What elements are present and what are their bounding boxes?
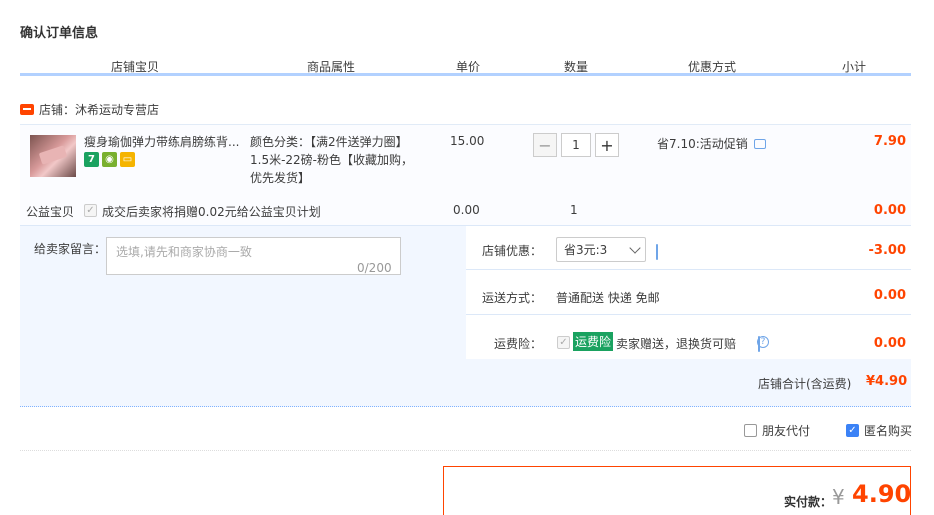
charity-checkbox: ✓ (84, 204, 97, 217)
anonymous-checkbox[interactable]: ✓ (846, 424, 859, 437)
chat-bubble-icon[interactable] (753, 138, 766, 149)
insurance-checkbox: ✓ (557, 336, 570, 349)
charity-label: 公益宝贝 (26, 205, 75, 219)
shop-name[interactable]: 店铺：沐希运动专营店 (39, 101, 159, 118)
charity-quantity: 1 (570, 203, 578, 217)
decrease-button[interactable]: − (533, 133, 557, 157)
shop-discount-label: 店铺优惠： (482, 244, 543, 258)
promotion-text: 省7.10:活动促销 (657, 137, 748, 151)
item-promotion: 省7.10:活动促销 (657, 135, 766, 152)
insurance-text: 卖家赠送，退换货可赔 (616, 337, 737, 351)
shop-discount-value: 省3元:3 (564, 243, 608, 257)
table-header: 店铺宝贝 商品属性 单价 数量 优惠方式 小计 (20, 55, 911, 76)
item-name-link[interactable]: 瘦身瑜伽弹力带练肩膀练背... (84, 133, 244, 150)
friend-pay-option[interactable]: 朋友代付 (744, 422, 810, 439)
message-char-count: 0/200 (357, 261, 392, 275)
page-title: 确认订单信息 (20, 26, 99, 41)
quantity-input[interactable]: 1 (561, 133, 591, 157)
shop-discount-select[interactable]: 省3元:3 (556, 237, 646, 262)
charity-text: 成交后卖家将捐赠0.02元给公益宝贝计划 (102, 205, 321, 219)
quantity-stepper: − 1 + (533, 133, 619, 157)
message-label: 给卖家留言： (34, 242, 107, 256)
message-placeholder: 选填,请先和商家协商一致 (116, 245, 252, 259)
shop-total-label: 店铺合计(含运费) (758, 377, 852, 391)
insurance-tag: 运费险 (573, 332, 614, 351)
shop-discount-amount: -3.00 (868, 243, 906, 258)
header-quantity: 数量 (564, 60, 589, 74)
credit-card-icon[interactable]: ▭ (120, 152, 135, 167)
insurance-label: 运费险： (494, 337, 543, 351)
item-thumbnail[interactable] (30, 135, 76, 177)
shop-icon (20, 104, 34, 115)
shipping-amount: 0.00 (873, 288, 906, 303)
payment-amount: 4.90 (852, 480, 912, 508)
header-promotion: 优惠方式 (688, 60, 737, 74)
item-price: 15.00 (450, 134, 485, 148)
7-day-return-icon[interactable]: 7 (84, 152, 99, 167)
anonymous-option[interactable]: ✓ 匿名购买 (846, 422, 912, 439)
shop-row: 店铺：沐希运动专营店 (20, 101, 159, 118)
payment-label: 实付款： (784, 495, 833, 509)
increase-button[interactable]: + (595, 133, 619, 157)
header-price: 单价 (456, 60, 481, 74)
charity-price: 0.00 (453, 203, 480, 217)
charity-subtotal: 0.00 (873, 203, 906, 218)
item-service-icons: 7 ◉ ▭ (84, 152, 135, 167)
anonymous-label: 匿名购买 (864, 424, 913, 438)
chevron-down-icon (629, 242, 641, 254)
header-subtotal: 小计 (842, 60, 867, 74)
tmall-guarantee-icon[interactable]: ◉ (102, 152, 117, 167)
item-attributes: 颜色分类：【满2件送弹力圈】1.5米-22磅-粉色【收藏加购，优先发货】 (250, 135, 414, 185)
header-attributes: 商品属性 (307, 60, 356, 74)
shipping-label: 运送方式： (482, 291, 543, 305)
insurance-amount: 0.00 (873, 336, 906, 351)
chat-bubble-icon[interactable] (656, 244, 658, 260)
header-shop-item: 店铺宝贝 (111, 60, 160, 74)
shop-total-value: ¥4.90 (866, 374, 908, 389)
question-icon[interactable]: ? (757, 336, 769, 348)
item-subtotal: 7.90 (873, 134, 906, 149)
friend-pay-checkbox[interactable] (744, 424, 757, 437)
friend-pay-label: 朋友代付 (762, 424, 811, 438)
divider (20, 450, 911, 451)
currency-symbol: ¥ (832, 485, 845, 509)
shipping-method: 普通配送 快递 免邮 (556, 291, 660, 305)
